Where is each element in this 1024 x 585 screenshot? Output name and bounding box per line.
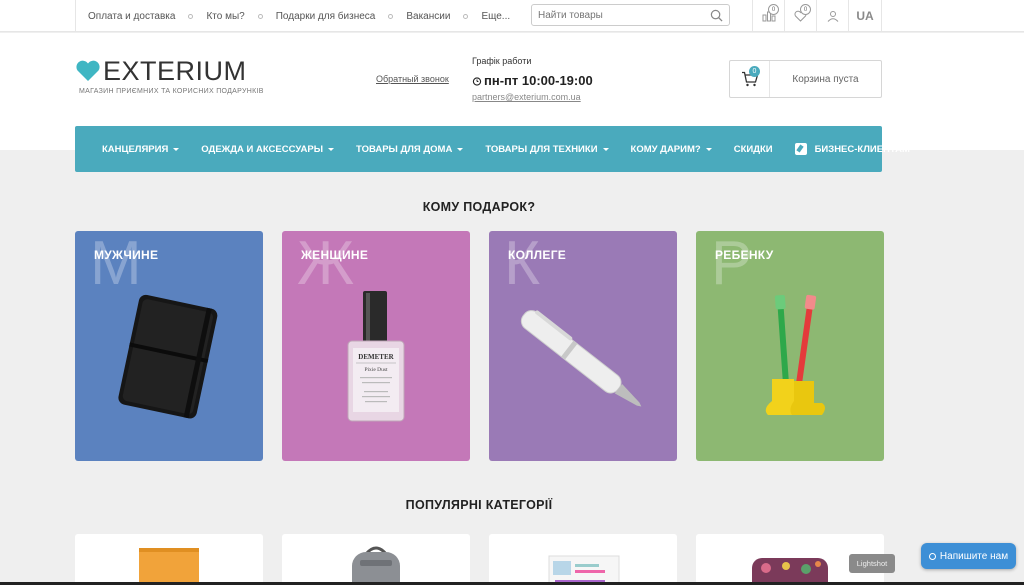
callback-link[interactable]: Обратный звонок xyxy=(376,74,449,84)
logo[interactable]: EXTERIUM xyxy=(75,56,247,86)
schedule-title: Графік работи xyxy=(472,56,532,66)
chat-button[interactable]: Напишите нам xyxy=(921,543,1016,569)
nav-item-home[interactable]: ТОВАРЫ ДЛЯ ДОМА xyxy=(356,143,464,155)
chevron-down-icon xyxy=(328,147,335,151)
separator-dot xyxy=(188,13,194,19)
nav-item-label: БИЗНЕС-КЛИЕНТАМ xyxy=(814,143,910,155)
nav-item-label: ТОВАРЫ ДЛЯ ДОМА xyxy=(356,143,453,155)
popular-category-card[interactable] xyxy=(75,534,263,585)
wishlist-button[interactable]: 0 xyxy=(784,0,816,32)
user-icon xyxy=(827,11,838,22)
nav-item-label: ОДЕЖДА И АКСЕССУАРЫ xyxy=(201,143,324,155)
chat-label: Напишите нам xyxy=(939,550,1009,562)
top-link-delivery[interactable]: Оплата и доставка xyxy=(88,11,175,22)
main-nav: КАНЦЕЛЯРИЯ ОДЕЖДА И АКСЕССУАРЫ ТОВАРЫ ДЛ… xyxy=(75,126,910,172)
backpack-image xyxy=(352,546,400,585)
search-icon[interactable] xyxy=(710,9,723,22)
heart-icon xyxy=(76,60,100,81)
nav-item-label: КАНЦЕЛЯРИЯ xyxy=(102,143,169,155)
schedule-hours-text: пн-пт 10:00-19:00 xyxy=(484,73,593,88)
chat-icon xyxy=(928,552,936,560)
nav-item-label: ТОВАРЫ ДЛЯ ТЕХНИКИ xyxy=(485,143,598,155)
top-link-vacancies[interactable]: Вакансии xyxy=(406,11,450,22)
nav-item-clothing[interactable]: ОДЕЖДА И АКСЕССУАРЫ xyxy=(201,143,335,155)
nav-item-stationery[interactable]: КАНЦЕЛЯРИЯ xyxy=(102,143,180,155)
nav-item-sales[interactable]: СКИДКИ xyxy=(734,144,773,155)
fountain-pen-image xyxy=(520,310,642,407)
stationery-set-image xyxy=(548,555,620,585)
popular-category-card[interactable] xyxy=(489,534,677,585)
tagline: МАГАЗИН ПРИЄМНИХ ТА КОРИСНИХ ПОДАРУНКІВ xyxy=(79,88,264,95)
separator-dot xyxy=(257,13,263,19)
cart-count-badge: 0 xyxy=(749,66,760,77)
top-link-more[interactable]: Еще... xyxy=(481,11,510,22)
nav-item-business[interactable]: БИЗНЕС-КЛИЕНТАМ xyxy=(794,143,910,155)
gift-card-colleague[interactable]: К КОЛЛЕГЕ xyxy=(489,231,677,461)
chevron-down-icon xyxy=(457,147,464,151)
chevron-down-icon xyxy=(173,147,180,151)
email-link[interactable]: partners@exterium.com.ua xyxy=(472,92,581,102)
nav-item-label: СКИДКИ xyxy=(733,143,773,155)
account-button[interactable] xyxy=(816,0,848,32)
language-switch[interactable]: UA xyxy=(848,0,882,32)
gift-card-women[interactable]: Ж ЖЕНЩИНЕ DEMETER Pixie Dust xyxy=(282,231,470,461)
lightshot-badge[interactable]: Lightshot xyxy=(849,554,895,573)
alarm-clock-icon xyxy=(472,76,482,86)
top-nav: Оплата и доставка Кто мы? Подарки для би… xyxy=(75,0,510,32)
top-link-about[interactable]: Кто мы? xyxy=(206,11,244,22)
search-input[interactable] xyxy=(538,5,708,26)
compare-count-badge: 0 xyxy=(768,4,779,15)
cart-status: Корзина пуста xyxy=(792,73,859,85)
gift-cards: М МУЖЧИНЕ Ж ЖЕНЩИНЕ DEMETER Pixie Dust К… xyxy=(75,231,884,461)
cart-button[interactable]: 0 Корзина пуста xyxy=(729,60,882,98)
wishlist-count-badge: 0 xyxy=(800,4,811,15)
nav-item-label: КОМУ ДАРИМ? xyxy=(630,143,701,155)
separator-dot xyxy=(463,13,469,19)
perfume-bottle-image: DEMETER Pixie Dust xyxy=(347,291,405,422)
section-title-popular: ПОПУЛЯРНІ КАТЕГОРІЇ xyxy=(405,498,553,512)
perfume-brand: DEMETER xyxy=(358,353,394,361)
brand-name: EXTERIUM xyxy=(103,56,247,86)
gift-card-kid[interactable]: Р РЕБЕНКУ xyxy=(696,231,884,461)
separator-dot xyxy=(388,13,394,19)
chevron-down-icon xyxy=(602,147,609,151)
top-icons: 0 0 UA xyxy=(752,0,882,32)
pencil-icon xyxy=(794,143,807,155)
section-title-gifts: КОМУ ПОДАРОК? xyxy=(422,200,536,214)
top-link-business-gifts[interactable]: Подарки для бизнеса xyxy=(276,11,376,22)
popular-category-cards xyxy=(75,534,884,585)
toothbrush-holder-image xyxy=(765,294,825,415)
search-box xyxy=(531,4,730,26)
orange-notebook-image xyxy=(139,548,199,585)
compare-button[interactable]: 0 xyxy=(752,0,784,32)
chevron-down-icon xyxy=(705,147,712,151)
top-bar: Оплата и доставка Кто мы? Подарки для би… xyxy=(0,0,1024,32)
nav-item-gift-for[interactable]: КОМУ ДАРИМ? xyxy=(631,144,712,155)
gift-card-men[interactable]: М МУЖЧИНЕ xyxy=(75,231,263,461)
nav-item-tech[interactable]: ТОВАРЫ ДЛЯ ТЕХНИКИ xyxy=(485,143,609,155)
cart-icon-wrap: 0 xyxy=(730,61,770,97)
schedule-hours: пн-пт 10:00-19:00 xyxy=(472,73,593,88)
leather-notebook-image xyxy=(118,294,218,419)
perfume-name: Pixie Dust xyxy=(364,367,388,373)
popular-category-card[interactable] xyxy=(282,534,470,585)
